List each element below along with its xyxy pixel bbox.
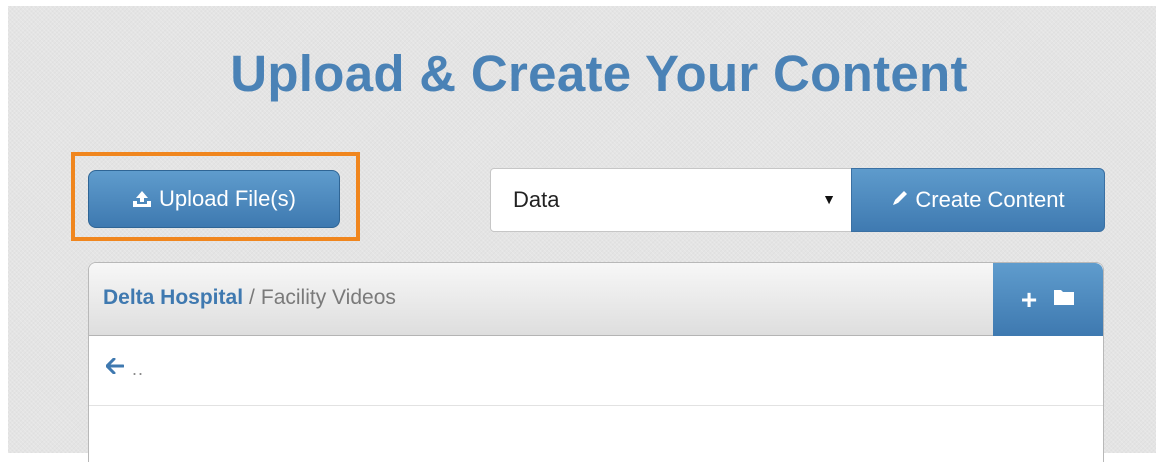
parent-directory-row[interactable]: .. bbox=[89, 336, 1103, 406]
breadcrumb-separator: / bbox=[249, 286, 255, 309]
breadcrumb-current: Facility Videos bbox=[260, 286, 396, 309]
breadcrumb-root-link[interactable]: Delta Hospital bbox=[103, 286, 243, 309]
upload-files-button[interactable]: Upload File(s) bbox=[88, 170, 340, 228]
upload-files-label: Upload File(s) bbox=[159, 186, 296, 211]
upload-icon bbox=[132, 190, 152, 208]
file-browser-panel: Delta Hospital / Facility Videos + .. bbox=[88, 262, 1104, 462]
breadcrumb: Delta Hospital / Facility Videos bbox=[103, 285, 396, 311]
arrow-left-icon bbox=[105, 357, 125, 379]
create-content-label: Create Content bbox=[915, 187, 1065, 212]
file-browser-header: Delta Hospital / Facility Videos + bbox=[89, 263, 1103, 336]
page-title: Upload & Create Your Content bbox=[230, 45, 968, 102]
pencil-icon bbox=[891, 187, 909, 213]
plus-icon: + bbox=[1020, 283, 1038, 315]
new-folder-button[interactable]: + bbox=[993, 263, 1103, 336]
content-type-select[interactable]: Data ▼ bbox=[490, 168, 852, 232]
create-content-button[interactable]: Create Content bbox=[851, 168, 1105, 232]
content-type-value: Data bbox=[513, 187, 560, 212]
dropdown-arrow-icon: ▼ bbox=[822, 191, 836, 207]
folder-icon bbox=[1053, 288, 1075, 311]
parent-directory-label: .. bbox=[132, 359, 145, 379]
